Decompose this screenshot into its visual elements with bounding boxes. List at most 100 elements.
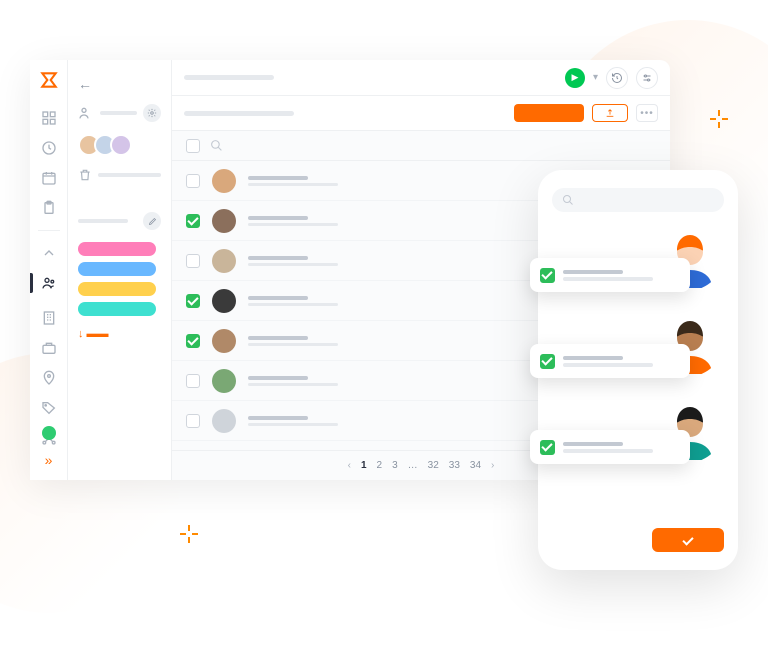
actionbar: ••• <box>172 96 670 130</box>
avatar <box>212 249 236 273</box>
settings-button[interactable] <box>636 67 658 89</box>
trash-icon <box>78 168 92 182</box>
page-number[interactable]: 3 <box>392 460 398 471</box>
avatar <box>212 329 236 353</box>
location-icon[interactable] <box>41 370 57 386</box>
page-number[interactable]: 32 <box>428 460 439 471</box>
back-button[interactable]: ← <box>78 76 161 92</box>
phone-card[interactable] <box>552 316 724 392</box>
clock-icon[interactable] <box>41 140 57 156</box>
search-icon[interactable] <box>210 139 223 152</box>
history-icon <box>611 72 623 84</box>
primary-action-button[interactable] <box>514 104 584 122</box>
row-checkbox[interactable] <box>186 334 200 348</box>
phone-search[interactable] <box>552 188 724 212</box>
page-number[interactable]: 34 <box>470 460 481 471</box>
tag-pill[interactable] <box>78 302 156 316</box>
row-text <box>248 416 338 426</box>
calendar-icon[interactable] <box>41 170 57 186</box>
gear-icon <box>147 108 157 118</box>
phone-card-bar <box>530 258 690 292</box>
people-icon <box>78 105 94 121</box>
card-checkbox[interactable] <box>540 354 555 369</box>
sidebar-people-row[interactable] <box>78 104 161 122</box>
status-dot[interactable] <box>42 426 56 440</box>
row-checkbox[interactable] <box>186 374 200 388</box>
separator <box>38 230 60 231</box>
export-button[interactable] <box>592 104 628 122</box>
topbar: ▶ ▾ <box>172 60 670 96</box>
row-checkbox[interactable] <box>186 414 200 428</box>
avatar-stack[interactable] <box>78 134 161 156</box>
row-text <box>248 336 338 346</box>
avatar <box>212 209 236 233</box>
card-checkbox[interactable] <box>540 440 555 455</box>
diamond-icon <box>710 110 728 128</box>
page-number[interactable]: 33 <box>449 460 460 471</box>
play-dropdown[interactable]: ▾ <box>593 72 598 83</box>
row-checkbox[interactable] <box>186 294 200 308</box>
tag-pill[interactable] <box>78 282 156 296</box>
row-text <box>248 256 338 266</box>
tag-list <box>78 242 161 316</box>
chevron-up-icon[interactable] <box>41 245 57 261</box>
row-checkbox[interactable] <box>186 254 200 268</box>
people-icon <box>41 275 57 291</box>
sidebar-archive-row[interactable] <box>78 168 161 182</box>
placeholder-line <box>100 111 137 115</box>
row-checkbox[interactable] <box>186 214 200 228</box>
tag-pill[interactable] <box>78 262 156 276</box>
more-button[interactable]: ••• <box>636 104 658 122</box>
pencil-icon <box>148 217 157 226</box>
search-icon <box>562 194 574 206</box>
phone-footer <box>552 528 724 552</box>
page-number[interactable]: 1 <box>361 460 367 471</box>
select-all-checkbox[interactable] <box>186 139 200 153</box>
upload-icon <box>605 108 615 118</box>
phone-card-list <box>552 230 724 488</box>
placeholder-line <box>98 173 161 177</box>
building-icon[interactable] <box>41 310 57 326</box>
page-number[interactable]: 2 <box>377 460 383 471</box>
play-button[interactable]: ▶ <box>565 68 585 88</box>
clipboard-icon[interactable] <box>41 200 57 216</box>
nav-rail: » <box>30 60 68 480</box>
edit-button[interactable] <box>143 212 161 230</box>
tag-icon[interactable] <box>41 400 57 416</box>
tag-pill[interactable] <box>78 242 156 256</box>
avatar[interactable] <box>110 134 132 156</box>
phone-mockup <box>538 170 738 570</box>
page-next[interactable]: › <box>491 460 494 471</box>
page-prev[interactable]: ‹ <box>348 460 351 471</box>
row-text <box>248 216 338 226</box>
gear-button[interactable] <box>143 104 161 122</box>
phone-card-bar <box>530 430 690 464</box>
diamond-icon <box>180 525 198 543</box>
card-checkbox[interactable] <box>540 268 555 283</box>
avatar <box>212 289 236 313</box>
phone-card[interactable] <box>552 402 724 478</box>
avatar <box>212 409 236 433</box>
phone-card[interactable] <box>552 230 724 306</box>
dashboard-icon[interactable] <box>41 110 57 126</box>
sidebar-tags-header <box>78 212 161 230</box>
logo-icon <box>39 70 59 90</box>
sliders-icon <box>641 72 653 84</box>
title-placeholder <box>184 111 294 116</box>
row-text <box>248 376 338 386</box>
row-text <box>248 296 338 306</box>
breadcrumb-placeholder <box>184 75 274 80</box>
list-header <box>172 131 670 161</box>
sidebar: ← ↓ ▬▬ <box>68 60 172 480</box>
history-button[interactable] <box>606 67 628 89</box>
nav-people[interactable] <box>41 275 57 296</box>
phone-confirm-button[interactable] <box>652 528 724 552</box>
expand-tags-button[interactable]: ↓ ▬▬ <box>78 328 161 340</box>
row-checkbox[interactable] <box>186 174 200 188</box>
page-number: … <box>408 460 418 471</box>
row-text <box>248 176 338 186</box>
phone-card-bar <box>530 344 690 378</box>
expand-rail-icon[interactable]: » <box>45 452 53 468</box>
briefcase-icon[interactable] <box>41 340 57 356</box>
placeholder-line <box>78 219 128 223</box>
